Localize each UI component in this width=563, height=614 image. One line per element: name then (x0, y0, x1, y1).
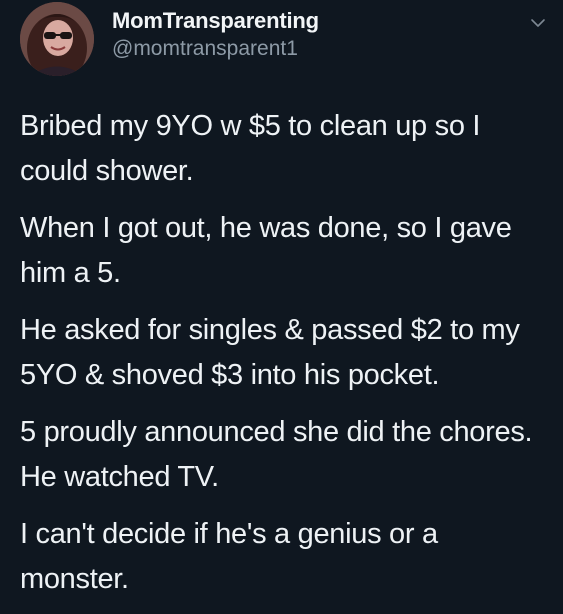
author-names: MomTransparenting @momtransparent1 (112, 8, 319, 62)
tweet-card: MomTransparenting @momtransparent1 Bribe… (0, 0, 563, 600)
author-handle[interactable]: @momtransparent1 (112, 36, 319, 62)
tweet-paragraph: He asked for singles & passed $2 to my 5… (20, 314, 520, 391)
avatar-image (20, 2, 94, 76)
tweet-text: Bribed my 9YO w $5 to clean up so I coul… (20, 104, 550, 614)
author-display-name[interactable]: MomTransparenting (112, 8, 319, 34)
tweet-paragraph: Bribed my 9YO w $5 to clean up so I coul… (20, 110, 481, 187)
tweet-paragraph: 5 proudly announced she did the chores. … (20, 416, 533, 493)
tweet-paragraph: I can't decide if he's a genius or a mon… (20, 518, 438, 595)
tweet-header: MomTransparenting @momtransparent1 (20, 2, 549, 76)
avatar[interactable] (20, 2, 94, 76)
tweet-paragraph: When I got out, he was done, so I gave h… (20, 212, 512, 289)
chevron-down-icon[interactable] (527, 12, 549, 34)
